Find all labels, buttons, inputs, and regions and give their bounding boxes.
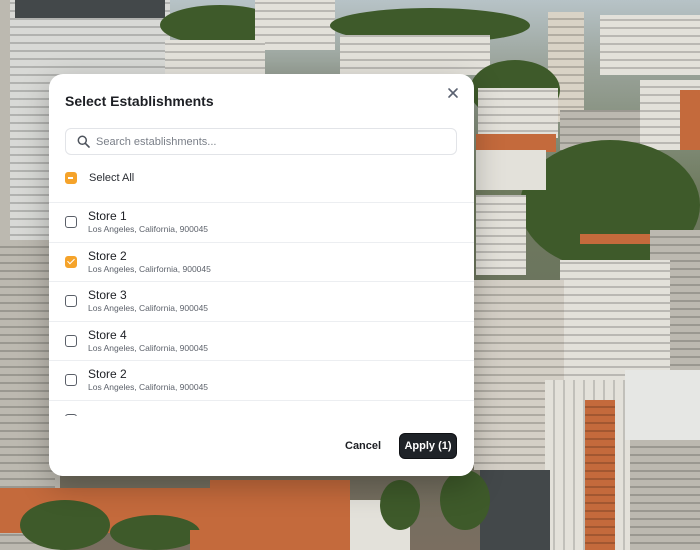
select-all-checkbox[interactable] (65, 172, 77, 184)
list-item[interactable]: Store 2 Los Angeles, Calirfornia, 900045 (49, 243, 474, 282)
list-item[interactable]: Store 2 Los Angeles, California, 900045 (49, 361, 474, 401)
establishment-checkbox[interactable] (65, 216, 77, 229)
establishment-address: Los Angeles, California, 900045 (88, 303, 209, 314)
select-all-label: Select All (89, 172, 135, 184)
list-item[interactable]: Store 4 Los Angeles, California, 900045 (49, 322, 474, 361)
establishment-name: Store 3 (88, 288, 127, 303)
establishment-address: Los Angeles, Calirfornia, 900045 (88, 263, 211, 274)
establishment-list[interactable]: Store 1 Los Angeles, California, 900045 … (49, 202, 474, 416)
search-box (65, 128, 457, 155)
establishment-checkbox[interactable] (65, 295, 77, 308)
search-icon (77, 135, 90, 148)
establishment-name: Store 1 (88, 209, 127, 224)
close-icon (448, 88, 458, 98)
establishment-checkbox[interactable] (65, 255, 77, 268)
list-item[interactable]: Store 3 Los Angeles, California, 900045 (49, 282, 474, 322)
apply-button[interactable]: Apply (1) (399, 433, 457, 459)
select-establishments-dialog: Select Establishments Select All Store 1… (49, 74, 474, 476)
establishment-checkbox[interactable] (65, 374, 77, 387)
establishment-name: Store 2 (88, 367, 127, 382)
search-input[interactable] (96, 129, 446, 154)
list-item[interactable]: Store 1 Los Angeles, California, 900045 (49, 203, 474, 243)
select-all-option[interactable]: Select All (65, 170, 134, 186)
list-item[interactable] (49, 401, 474, 416)
establishment-address: Los Angeles, California, 900045 (88, 382, 209, 393)
close-button[interactable] (444, 84, 462, 102)
establishment-checkbox[interactable] (65, 334, 77, 347)
establishment-name: Store 2 (88, 248, 127, 263)
establishment-address: Los Angeles, California, 900045 (88, 224, 209, 235)
establishment-name: Store 4 (88, 327, 127, 342)
establishment-address: Los Angeles, California, 900045 (88, 342, 209, 353)
dialog-footer: Cancel Apply (1) (49, 416, 474, 476)
cancel-button[interactable]: Cancel (345, 440, 381, 452)
dialog-title: Select Establishments (65, 93, 214, 109)
